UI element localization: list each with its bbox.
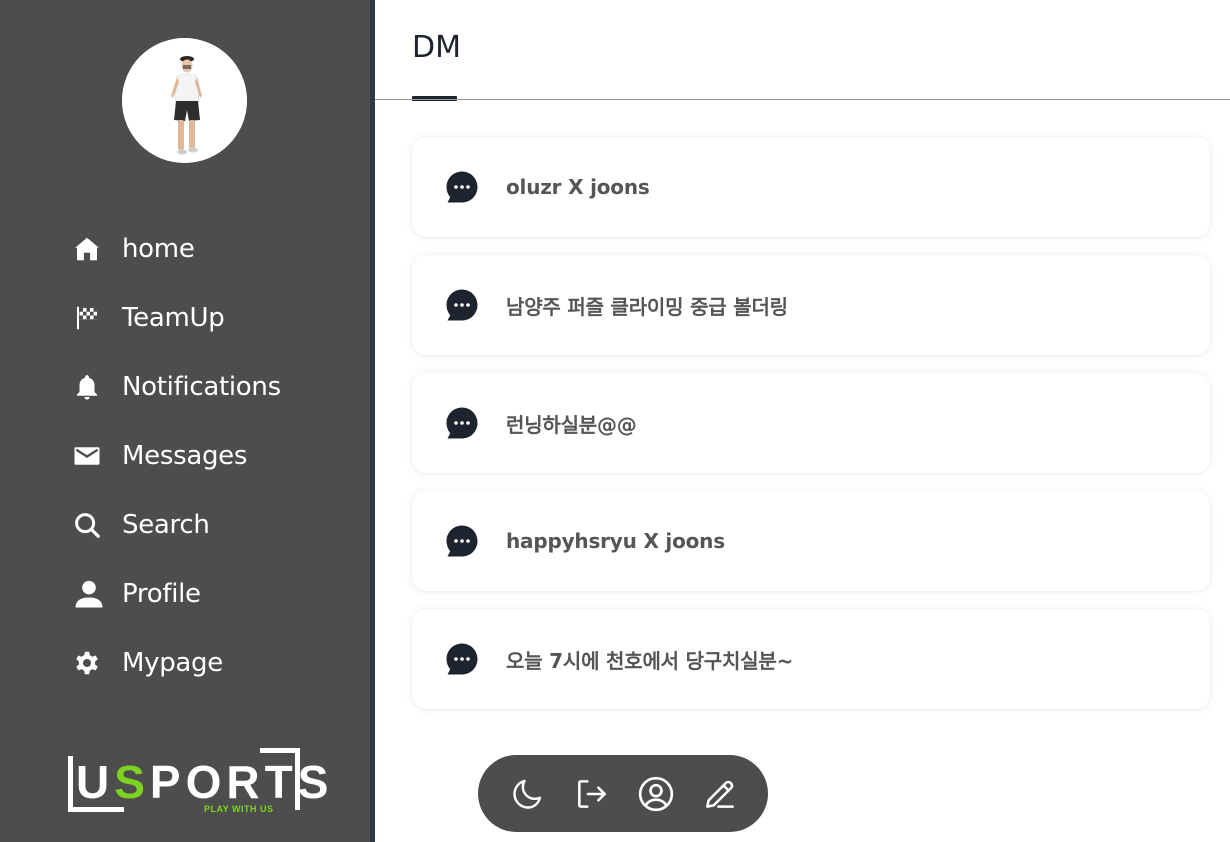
sidebar-item-label: Profile	[122, 578, 201, 609]
conversation-item[interactable]: 남양주 퍼즐 클라이밍 중급 볼더링	[412, 255, 1210, 355]
chat-bubble-icon	[445, 642, 479, 676]
bell-icon	[72, 370, 106, 404]
conversation-title: oluzr X joons	[506, 175, 650, 199]
usports-logo[interactable]: USPORTS PLAY WITH US	[66, 746, 328, 816]
envelope-icon	[72, 439, 106, 473]
sidebar-item-label: Messages	[122, 440, 248, 471]
sidebar-item-teamup[interactable]: TeamUp	[72, 283, 362, 352]
pencil-icon	[701, 775, 739, 813]
sidebar-item-notifications[interactable]: Notifications	[72, 352, 362, 421]
conversation-title: happyhsryu X joons	[506, 529, 725, 553]
floating-toolbar	[478, 755, 768, 832]
chat-bubble-icon	[445, 170, 479, 204]
sidebar: home TeamUp Notifications Messages Searc…	[0, 0, 370, 842]
moon-icon	[510, 776, 546, 812]
conversation-list: oluzr X joons 남양주 퍼즐 클라이밍 중급 볼더링 런닝하실분@@…	[412, 137, 1210, 727]
account-circle-icon	[636, 774, 676, 814]
checkered-flag-icon	[72, 301, 106, 335]
sidebar-item-label: TeamUp	[122, 302, 225, 333]
sidebar-item-label: Mypage	[122, 647, 223, 678]
chat-bubble-icon	[445, 288, 479, 322]
sidebar-item-messages[interactable]: Messages	[72, 421, 362, 490]
dark-mode-button[interactable]	[508, 774, 548, 814]
chat-bubble-icon	[445, 524, 479, 558]
logout-icon	[573, 775, 611, 813]
conversation-item[interactable]: oluzr X joons	[412, 137, 1210, 237]
compose-button[interactable]	[700, 774, 740, 814]
avatar-person-image	[122, 38, 247, 163]
tab-dm[interactable]: DM	[412, 30, 461, 65]
sidebar-item-label: Notifications	[122, 371, 281, 402]
avatar[interactable]	[122, 38, 247, 163]
logo-wordmark: USPORTS	[76, 756, 334, 808]
search-icon	[72, 508, 106, 542]
conversation-title: 런닝하실분@@	[506, 412, 637, 437]
sidebar-item-label: Search	[122, 509, 210, 540]
conversation-title: 남양주 퍼즐 클라이밍 중급 볼더링	[506, 294, 788, 319]
header-divider	[375, 99, 1230, 100]
logo-tagline: PLAY WITH US	[204, 804, 274, 814]
account-button[interactable]	[636, 774, 676, 814]
gear-icon	[72, 646, 106, 680]
sidebar-item-profile[interactable]: Profile	[72, 559, 362, 628]
conversation-title: 오늘 7시에 천호에서 당구치실분~	[506, 648, 794, 673]
sidebar-item-mypage[interactable]: Mypage	[72, 628, 362, 697]
conversation-item[interactable]: happyhsryu X joons	[412, 491, 1210, 591]
conversation-item[interactable]: 런닝하실분@@	[412, 373, 1210, 473]
sidebar-nav: home TeamUp Notifications Messages Searc…	[72, 214, 362, 697]
sidebar-item-search[interactable]: Search	[72, 490, 362, 559]
conversation-item[interactable]: 오늘 7시에 천호에서 당구치실분~	[412, 609, 1210, 709]
logout-button[interactable]	[572, 774, 612, 814]
main-content: DM oluzr X joons 남양주 퍼즐 클라이밍 중급 볼더링 런닝하실…	[375, 0, 1230, 842]
chat-bubble-icon	[445, 406, 479, 440]
sidebar-item-home[interactable]: home	[72, 214, 362, 283]
sidebar-item-label: home	[122, 233, 195, 264]
home-icon	[72, 232, 106, 266]
user-icon	[72, 577, 106, 611]
